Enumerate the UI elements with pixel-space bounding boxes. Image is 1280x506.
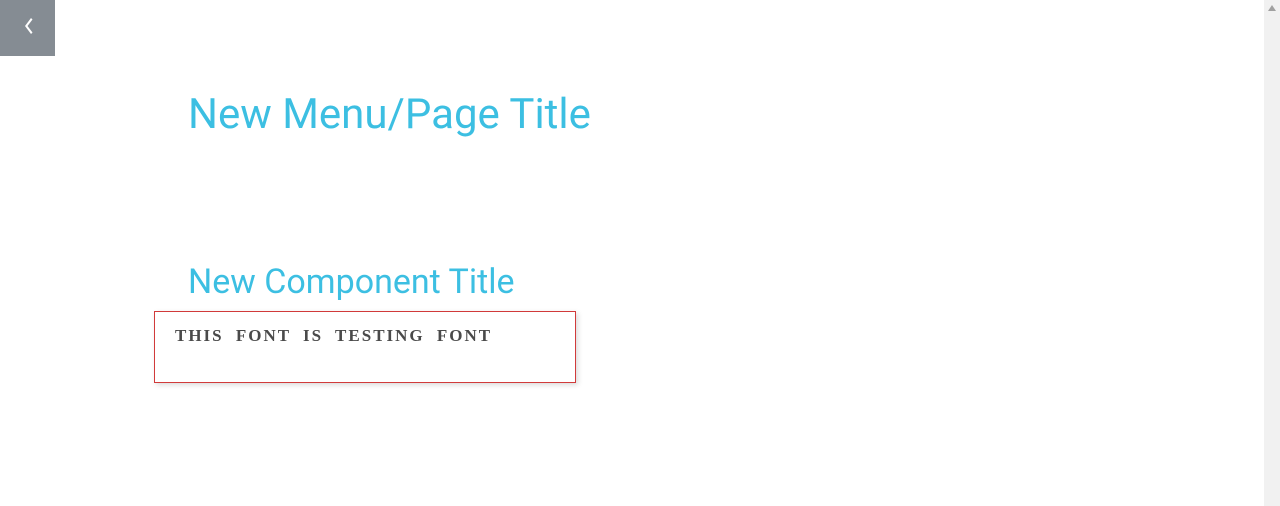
back-button[interactable] xyxy=(0,0,55,56)
font-test-text: THIS FONT IS TESTING FONT xyxy=(175,326,555,346)
chevron-left-icon xyxy=(23,18,33,38)
scrollbar-up-arrow-icon[interactable] xyxy=(1264,0,1280,16)
page-title: New Menu/Page Title xyxy=(188,90,1280,140)
font-test-box: THIS FONT IS TESTING FONT xyxy=(154,311,576,383)
scrollbar[interactable] xyxy=(1264,0,1280,506)
component-title: New Component Title xyxy=(188,262,1280,303)
content-area: New Menu/Page Title New Component Title … xyxy=(0,0,1280,383)
